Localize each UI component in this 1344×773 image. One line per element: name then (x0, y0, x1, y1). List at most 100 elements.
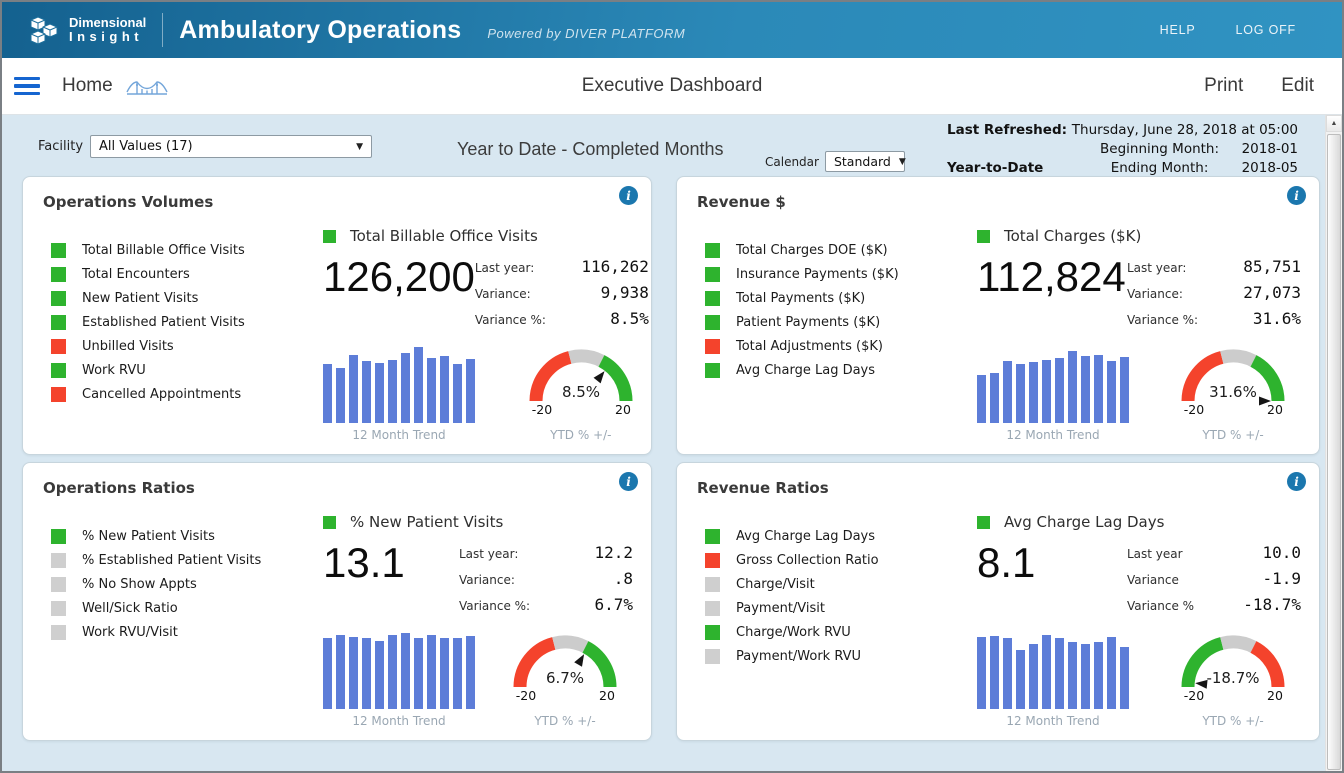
trend-bar (1029, 644, 1038, 709)
kpi-value: 112,824 (977, 255, 1126, 335)
trend-bar (1107, 361, 1116, 423)
status-indicator-gray (51, 577, 66, 592)
gauge-segment (1222, 356, 1254, 361)
metric-list-item[interactable]: Established Patient Visits (51, 315, 301, 330)
trend-chart (977, 347, 1129, 423)
gauge-chart: 31.6%-2020 (1167, 343, 1299, 419)
metric-list-item[interactable]: % No Show Appts (51, 577, 301, 592)
status-indicator-gray (51, 601, 66, 616)
metric-label: Payment/Work RVU (736, 649, 861, 664)
svg-text:31.6%: 31.6% (1209, 383, 1257, 401)
status-indicator-red (705, 553, 720, 568)
trend-block: 12 Month Trend (977, 633, 1129, 728)
ending-month-label: Ending Month: (1111, 160, 1209, 176)
gauge-segment (570, 356, 602, 361)
metric-label: Patient Payments ($K) (736, 315, 880, 330)
stat-row: Variance-1.9 (1127, 569, 1301, 588)
trend-caption: 12 Month Trend (977, 428, 1129, 442)
metric-label: Work RVU/Visit (82, 625, 178, 640)
metric-list-item[interactable]: Payment/Visit (705, 601, 955, 616)
gauge-segment (585, 647, 610, 687)
gauge-chart: -18.7%-2020 (1167, 629, 1299, 705)
scroll-up-button[interactable]: ▲ (1326, 115, 1342, 132)
status-indicator-red (705, 339, 720, 354)
metric-list-item[interactable]: Charge/Visit (705, 577, 955, 592)
stat-row: Last year:116,262 (475, 257, 649, 276)
status-indicator-green (51, 267, 66, 282)
info-icon[interactable]: i (619, 186, 638, 205)
metric-list-item[interactable]: Avg Charge Lag Days (705, 529, 955, 544)
metric-list-item[interactable]: Patient Payments ($K) (705, 315, 955, 330)
metric-list-item[interactable]: Cancelled Appointments (51, 387, 301, 402)
svg-text:20: 20 (599, 688, 615, 703)
trend-bar (388, 635, 397, 709)
trend-bar (427, 635, 436, 709)
facility-select[interactable]: All Values (17) ▼ (90, 135, 372, 158)
logoff-button[interactable]: LOG OFF (1236, 23, 1296, 37)
metric-list-item[interactable]: Total Billable Office Visits (51, 243, 301, 258)
metric-list-item[interactable]: Gross Collection Ratio (705, 553, 955, 568)
kpi-stats: Last year:85,751Variance:27,073Variance … (1127, 257, 1301, 335)
stat-value: -18.7% (1243, 595, 1301, 614)
stat-value: 10.0 (1262, 543, 1301, 562)
info-icon[interactable]: i (1287, 472, 1306, 491)
calendar-select[interactable]: Standard ▼ (825, 151, 905, 172)
print-button[interactable]: Print (1204, 75, 1243, 97)
metric-list-item[interactable]: % Established Patient Visits (51, 553, 301, 568)
kpi-value: 8.1 (977, 541, 1035, 621)
kpi-header: Avg Charge Lag Days (977, 513, 1301, 531)
scrollbar-thumb[interactable] (1327, 134, 1341, 770)
trend-block: 12 Month Trend (323, 633, 475, 728)
metric-label: Work RVU (82, 363, 146, 378)
gauge-block: -18.7%-2020 YTD % +/- (1167, 629, 1299, 728)
metric-list: Avg Charge Lag Days Gross Collection Rati… (697, 529, 955, 728)
metric-list-item[interactable]: Total Encounters (51, 267, 301, 282)
metric-list-item[interactable]: Charge/Work RVU (705, 625, 955, 640)
kpi-name: Total Billable Office Visits (350, 227, 538, 245)
metric-list-item[interactable]: Well/Sick Ratio (51, 601, 301, 616)
navbar-actions: Print Edit (1204, 75, 1314, 97)
metric-list-item[interactable]: Payment/Work RVU (705, 649, 955, 664)
trend-bar (362, 638, 371, 709)
svg-text:-20: -20 (1184, 402, 1204, 417)
trend-bar (336, 635, 345, 709)
metric-list-item[interactable]: Insurance Payments ($K) (705, 267, 955, 282)
info-icon[interactable]: i (1287, 186, 1306, 205)
trend-bar (1055, 638, 1064, 709)
metric-list-item[interactable]: Total Adjustments ($K) (705, 339, 955, 354)
facility-select-value: All Values (17) (99, 139, 193, 154)
help-button[interactable]: HELP (1160, 23, 1196, 37)
metric-list-item[interactable]: % New Patient Visits (51, 529, 301, 544)
stat-value: -1.9 (1262, 569, 1301, 588)
stat-label: Last year: (1127, 261, 1186, 275)
calendar-select-value: Standard (834, 154, 891, 169)
status-indicator-green (705, 291, 720, 306)
powered-by-label: Powered by DIVER PLATFORM (487, 26, 685, 41)
trend-chart (323, 347, 475, 423)
metric-label: New Patient Visits (82, 291, 198, 306)
trend-bar (1042, 360, 1051, 423)
trend-bar (1094, 642, 1103, 709)
status-indicator-red (51, 339, 66, 354)
stat-value: 27,073 (1243, 283, 1301, 302)
metric-list-item[interactable]: Total Payments ($K) (705, 291, 955, 306)
metric-label: Unbilled Visits (82, 339, 174, 354)
vertical-scrollbar[interactable]: ▲ (1325, 115, 1342, 771)
stat-row: Last year10.0 (1127, 543, 1301, 562)
metric-list-item[interactable]: Work RVU/Visit (51, 625, 301, 640)
trend-block: 12 Month Trend (323, 347, 475, 442)
metric-list-item[interactable]: Total Charges DOE ($K) (705, 243, 955, 258)
metric-label: % Established Patient Visits (82, 553, 261, 568)
metric-list-item[interactable]: Work RVU (51, 363, 301, 378)
trend-bar (990, 636, 999, 709)
metric-list: Total Billable Office Visits Total Encoun… (43, 243, 301, 442)
gauge-block: 6.7%-2020 YTD % +/- (499, 629, 631, 728)
brand-text: Dimensional Insight (69, 16, 146, 45)
edit-button[interactable]: Edit (1281, 75, 1314, 97)
stat-value: 12.2 (594, 543, 633, 562)
status-indicator-gray (705, 577, 720, 592)
metric-list-item[interactable]: Avg Charge Lag Days (705, 363, 955, 378)
metric-list-item[interactable]: Unbilled Visits (51, 339, 301, 354)
metric-list-item[interactable]: New Patient Visits (51, 291, 301, 306)
info-icon[interactable]: i (619, 472, 638, 491)
